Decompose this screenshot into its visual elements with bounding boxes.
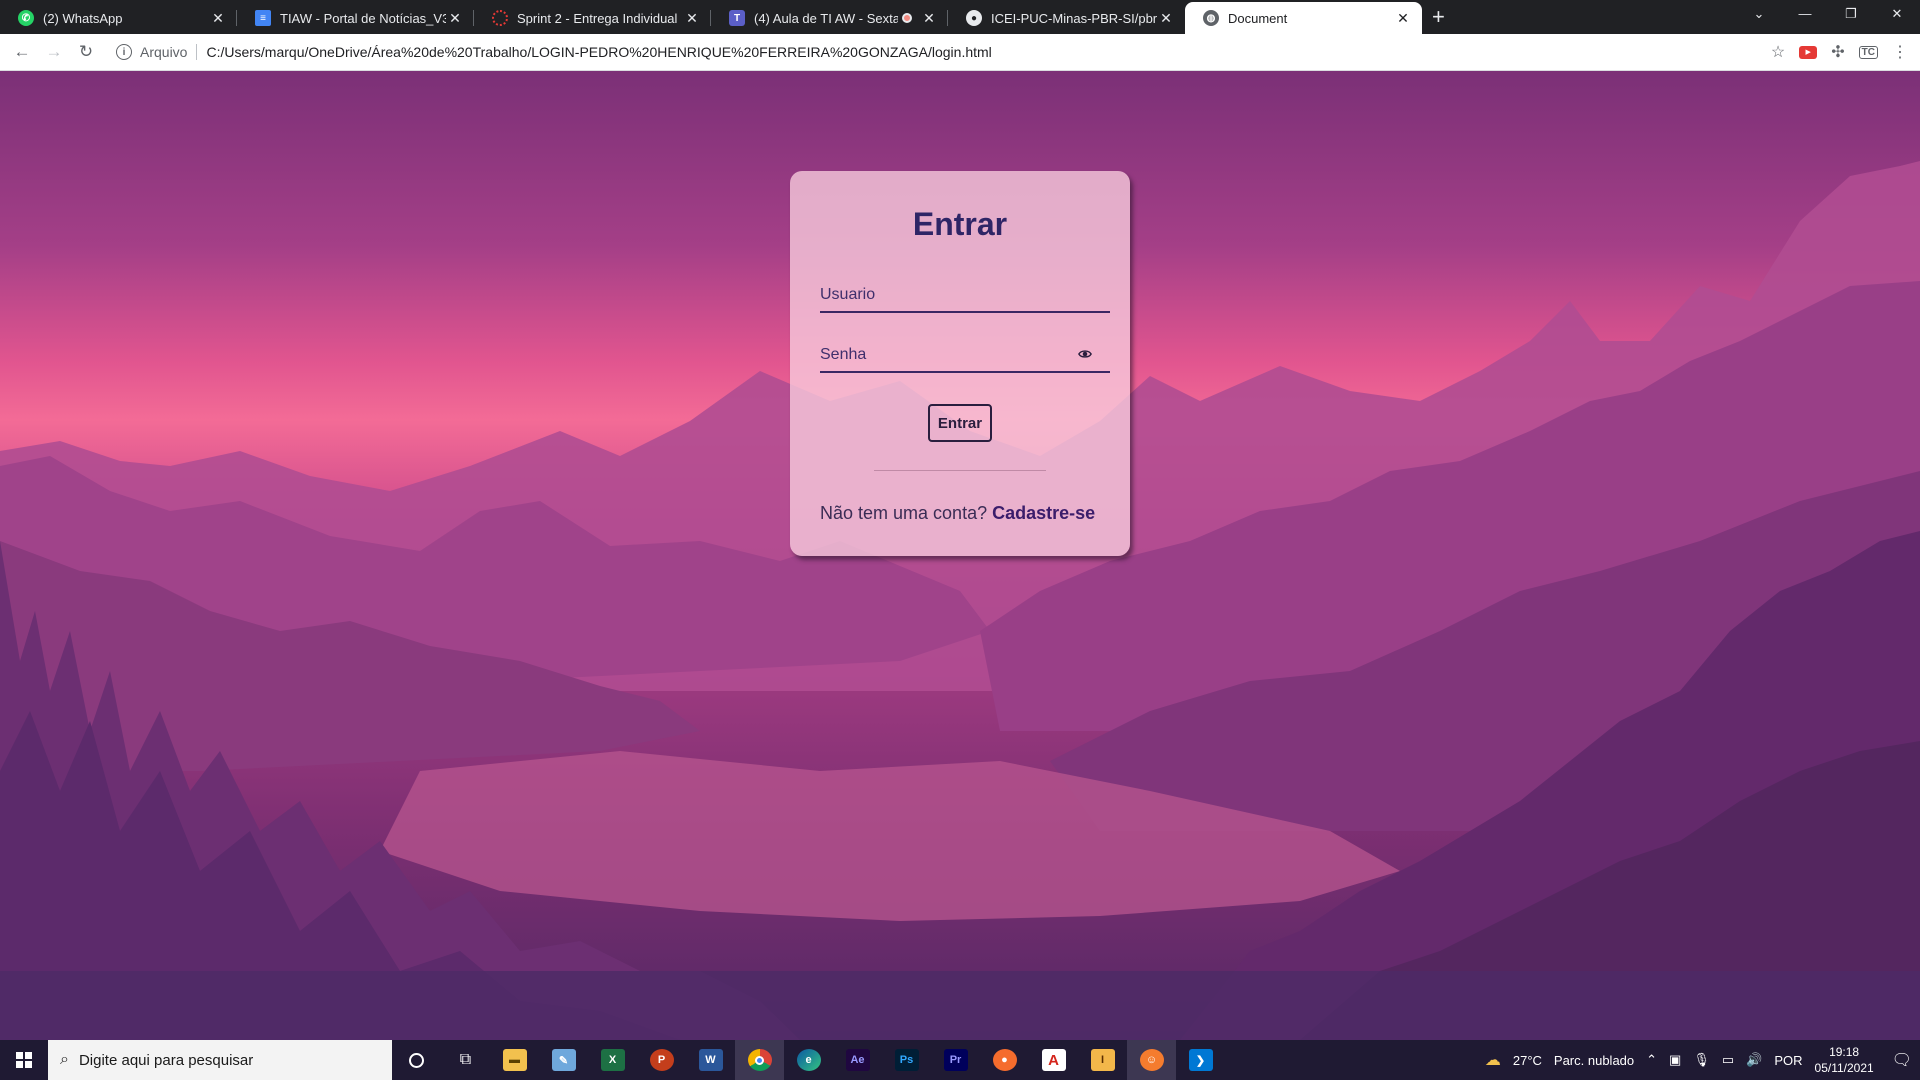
meet-now-icon[interactable]: ▣ bbox=[1669, 1052, 1681, 1068]
minimize-button[interactable]: — bbox=[1782, 0, 1828, 30]
chevron-up-icon[interactable]: ⌃ bbox=[1646, 1052, 1657, 1068]
back-icon[interactable]: ← bbox=[6, 42, 38, 62]
window-controls: ⌄ — ❐ ✕ bbox=[1736, 0, 1920, 30]
github-icon: ● bbox=[966, 10, 982, 26]
signup-link[interactable]: Cadastre-se bbox=[992, 503, 1095, 523]
clock-time: 19:18 bbox=[1829, 1045, 1860, 1059]
word-icon[interactable]: W bbox=[686, 1040, 735, 1080]
volume-icon[interactable]: 🔊 bbox=[1746, 1052, 1762, 1068]
tab-title: Sprint 2 - Entrega Individual bbox=[517, 10, 678, 26]
tab-tiaw-doc[interactable]: ≡ TIAW - Portal de Notícias_V3 - Ec ✕ bbox=[237, 2, 474, 34]
globe-icon: ◍ bbox=[1203, 10, 1219, 26]
new-tab-button[interactable]: + bbox=[1422, 4, 1459, 34]
illustrator-app-icon[interactable]: I bbox=[1078, 1040, 1127, 1080]
weather-icon[interactable]: ☁ bbox=[1485, 1050, 1501, 1070]
paint-3d-icon[interactable]: ✎ bbox=[539, 1040, 588, 1080]
address-prefix: Arquivo bbox=[140, 44, 188, 60]
url-text[interactable]: C:/Users/marqu/OneDrive/Área%20de%20Trab… bbox=[206, 44, 991, 60]
restore-button[interactable]: ❐ bbox=[1828, 0, 1874, 30]
chrome-icon[interactable] bbox=[735, 1040, 784, 1080]
file-explorer-icon[interactable]: ▬ bbox=[490, 1040, 539, 1080]
tab-title: (4) Aula de TI AW - Sexta 19 bbox=[754, 10, 898, 26]
close-icon[interactable]: ✕ bbox=[1157, 10, 1175, 27]
signup-row: Não tem uma conta? Cadastre-se bbox=[820, 503, 1095, 524]
tab-title: TIAW - Portal de Notícias_V3 - Ec bbox=[280, 10, 446, 26]
password-input[interactable] bbox=[820, 339, 1110, 371]
tab-title: ICEI-PUC-Minas-PBR-SI/pbr-si-2( bbox=[991, 10, 1157, 26]
origin-icon[interactable]: ● bbox=[980, 1040, 1029, 1080]
tab-github[interactable]: ● ICEI-PUC-Minas-PBR-SI/pbr-si-2( ✕ bbox=[948, 2, 1185, 34]
page-background: Entrar Entrar Não tem uma conta? Cadastr… bbox=[0, 71, 1920, 1040]
youtube-extension-icon[interactable]: ▶ bbox=[1799, 45, 1818, 59]
close-window-button[interactable]: ✕ bbox=[1874, 0, 1920, 30]
tab-search-icon[interactable]: ⌄ bbox=[1736, 0, 1782, 30]
weather-desc[interactable]: Parc. nublado bbox=[1554, 1053, 1634, 1068]
tab-teams-class[interactable]: T (4) Aula de TI AW - Sexta 19 ✕ bbox=[711, 2, 948, 34]
close-icon[interactable]: ✕ bbox=[446, 10, 464, 27]
clock-date: 05/11/2021 bbox=[1814, 1061, 1874, 1075]
search-icon: ⌕ bbox=[60, 1051, 69, 1068]
notifications-icon[interactable]: 🗨 bbox=[1892, 1050, 1912, 1070]
extensions-puzzle-icon[interactable]: ✣ bbox=[1831, 42, 1844, 62]
info-icon[interactable]: i bbox=[116, 44, 132, 60]
divider bbox=[874, 470, 1046, 471]
network-icon[interactable]: ▭ bbox=[1722, 1052, 1734, 1068]
username-input[interactable] bbox=[820, 279, 1110, 311]
toolbar: ← → ↻ i Arquivo C:/Users/marqu/OneDrive/… bbox=[0, 34, 1920, 71]
bookmark-star-icon[interactable]: ☆ bbox=[1771, 42, 1785, 62]
taskbar: ⌕ Digite aqui para pesquisar ⧉ ▬ ✎ X P W… bbox=[0, 1040, 1920, 1080]
close-icon[interactable]: ✕ bbox=[209, 10, 227, 27]
search-placeholder: Digite aqui para pesquisar bbox=[78, 1051, 254, 1069]
omnibox[interactable]: i Arquivo C:/Users/marqu/OneDrive/Área%2… bbox=[108, 37, 1771, 67]
tab-sprint[interactable]: Sprint 2 - Entrega Individual ✕ bbox=[474, 2, 711, 34]
weather-temp[interactable]: 27°C bbox=[1513, 1053, 1542, 1068]
windows-logo-icon bbox=[16, 1052, 32, 1068]
teams-icon: T bbox=[729, 10, 745, 26]
eye-icon[interactable] bbox=[1078, 347, 1092, 361]
after-effects-icon[interactable]: Ae bbox=[833, 1040, 882, 1080]
close-icon[interactable]: ✕ bbox=[1394, 10, 1412, 27]
tab-strip: ✆ (2) WhatsApp ✕ ≡ TIAW - Portal de Notí… bbox=[0, 0, 1920, 34]
reload-icon[interactable]: ↻ bbox=[70, 42, 102, 62]
tab-title: Document bbox=[1228, 10, 1288, 26]
tab-title: (2) WhatsApp bbox=[43, 10, 123, 26]
edge-icon[interactable]: e bbox=[784, 1040, 833, 1080]
microphone-icon[interactable]: 🎙 bbox=[1693, 1052, 1710, 1068]
whatsapp-icon: ✆ bbox=[18, 10, 34, 26]
menu-kebab-icon[interactable]: ⋮ bbox=[1892, 42, 1908, 62]
tc-extension-icon[interactable]: TC bbox=[1858, 45, 1878, 59]
excel-icon[interactable]: X bbox=[588, 1040, 637, 1080]
google-docs-icon: ≡ bbox=[255, 10, 271, 26]
language-indicator[interactable]: POR bbox=[1774, 1053, 1802, 1068]
tab-document[interactable]: ◍ Document ✕ bbox=[1185, 2, 1422, 34]
powerpoint-icon[interactable]: P bbox=[637, 1040, 686, 1080]
close-icon[interactable]: ✕ bbox=[683, 10, 701, 27]
vscode-icon[interactable]: ❯ bbox=[1176, 1040, 1225, 1080]
tab-whatsapp[interactable]: ✆ (2) WhatsApp ✕ bbox=[0, 2, 237, 34]
recording-icon bbox=[902, 13, 912, 23]
username-field bbox=[820, 279, 1110, 313]
login-title: Entrar bbox=[912, 206, 1008, 242]
canvas-icon bbox=[492, 10, 508, 26]
task-view-icon[interactable]: ⧉ bbox=[441, 1040, 490, 1080]
forward-icon[interactable]: → bbox=[38, 42, 70, 62]
password-field bbox=[820, 339, 1110, 373]
cortana-icon[interactable] bbox=[392, 1040, 441, 1080]
start-button[interactable] bbox=[0, 1040, 48, 1080]
close-icon[interactable]: ✕ bbox=[920, 10, 938, 27]
photoshop-icon[interactable]: Ps bbox=[882, 1040, 931, 1080]
taskbar-search[interactable]: ⌕ Digite aqui para pesquisar bbox=[48, 1040, 392, 1080]
signup-prompt: Não tem uma conta? bbox=[820, 503, 988, 523]
acrobat-icon[interactable]: A bbox=[1029, 1040, 1078, 1080]
premiere-icon[interactable]: Pr bbox=[931, 1040, 980, 1080]
discord-icon[interactable]: ☺ bbox=[1127, 1040, 1176, 1080]
login-card: Entrar Entrar Não tem uma conta? Cadastr… bbox=[790, 171, 1130, 556]
clock[interactable]: 19:18 05/11/2021 bbox=[1815, 1044, 1874, 1076]
system-tray: ☁ 27°C Parc. nublado ⌃ ▣ 🎙 ▭ 🔊 POR 19:18… bbox=[1485, 1044, 1920, 1076]
login-submit-button[interactable]: Entrar bbox=[928, 404, 992, 442]
